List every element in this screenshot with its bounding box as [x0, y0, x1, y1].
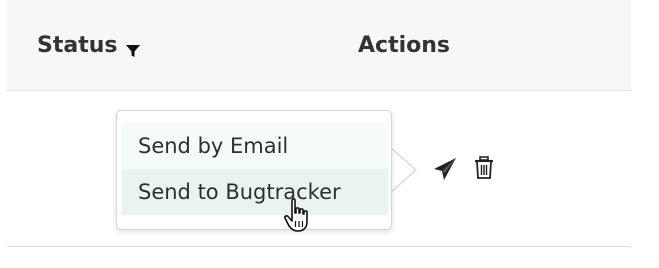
popover-arrow [386, 145, 417, 195]
table-header-row: Status Actions [7, 0, 631, 91]
status-column-header[interactable]: Status [37, 33, 141, 58]
menu-item-send-by-email[interactable]: Send by Email [122, 123, 388, 169]
send-menu-popover: Send by Email Send to Bugtracker [116, 110, 392, 230]
trash-icon[interactable] [474, 156, 494, 180]
hand-pointer-cursor [284, 198, 308, 232]
filter-icon[interactable] [125, 40, 141, 57]
status-header-label: Status [37, 33, 118, 58]
actions-column-header: Actions [358, 33, 450, 58]
table-view: Status Actions Send by Email Send to Bug… [0, 0, 659, 268]
menu-item-send-to-bugtracker[interactable]: Send to Bugtracker [122, 169, 388, 215]
paper-plane-icon[interactable] [432, 156, 458, 182]
